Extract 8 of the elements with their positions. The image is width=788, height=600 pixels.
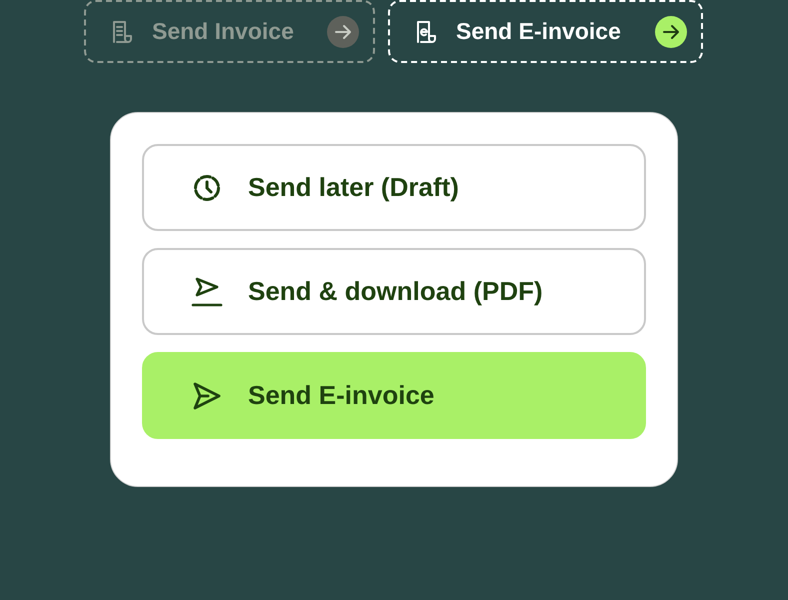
clock-icon	[192, 172, 222, 202]
option-button[interactable]: Send E-invoice	[142, 352, 646, 439]
tab[interactable]: Send E-invoice	[388, 0, 703, 63]
option-button[interactable]: Send later (Draft)	[142, 144, 646, 231]
option-button[interactable]: Send & download (PDF)	[142, 248, 646, 335]
send-underline-icon	[190, 274, 224, 308]
send-icon	[191, 380, 223, 412]
tab[interactable]: Send Invoice	[84, 0, 375, 63]
